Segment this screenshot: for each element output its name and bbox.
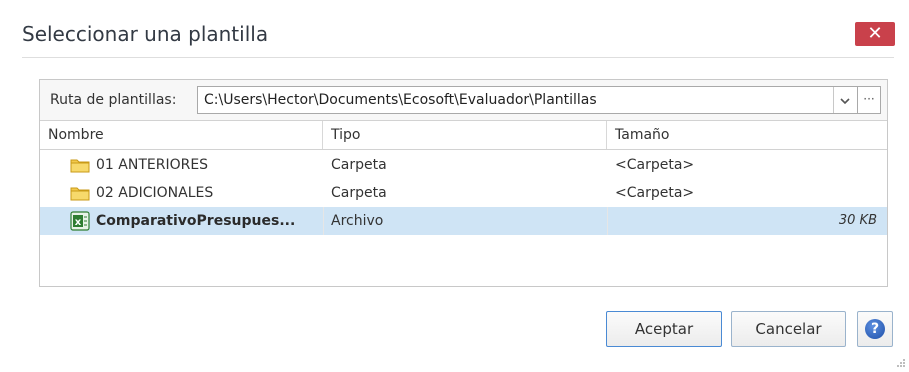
svg-text:x: x	[75, 217, 82, 228]
ellipsis-icon: ···	[863, 92, 875, 106]
template-browser-panel: Ruta de plantillas: C:\Users\Hector\Docu…	[39, 79, 888, 287]
title-divider	[22, 57, 894, 58]
row-name: ComparativoPresupues...	[96, 213, 296, 229]
close-button[interactable]: ✕	[855, 22, 895, 46]
browse-button[interactable]: ···	[857, 86, 881, 114]
table-row[interactable]: 02 ADICIONALES Carpeta <Carpeta>	[40, 179, 887, 207]
row-size: <Carpeta>	[615, 185, 695, 201]
folder-icon	[70, 187, 90, 201]
chevron-down-icon	[840, 97, 850, 104]
row-size: 30 KB	[838, 213, 877, 228]
column-header-name[interactable]: Nombre	[40, 121, 323, 149]
accept-button[interactable]: Aceptar	[606, 311, 722, 347]
title-bar: Seleccionar una plantilla ✕	[0, 0, 909, 64]
row-type: Archivo	[331, 213, 384, 229]
excel-file-icon: x	[70, 211, 90, 231]
help-icon: ?	[865, 319, 885, 339]
template-path-input[interactable]: C:\Users\Hector\Documents\Ecosoft\Evalua…	[197, 86, 866, 114]
resize-grip-icon[interactable]	[896, 358, 906, 368]
row-size: <Carpeta>	[615, 157, 695, 173]
dialog-title: Seleccionar una plantilla	[22, 22, 269, 46]
path-label: Ruta de plantillas:	[50, 92, 177, 108]
help-button[interactable]: ?	[857, 311, 893, 347]
path-row: Ruta de plantillas: C:\Users\Hector\Docu…	[40, 80, 887, 121]
path-dropdown-button[interactable]	[833, 87, 856, 113]
column-header-size[interactable]: Tamaño	[607, 121, 887, 149]
select-template-dialog: Seleccionar una plantilla ✕ Ruta de plan…	[0, 0, 909, 372]
table-row[interactable]: 01 ANTERIORES Carpeta <Carpeta>	[40, 151, 887, 179]
close-icon: ✕	[867, 23, 883, 44]
folder-icon	[70, 159, 90, 173]
row-type: Carpeta	[331, 157, 387, 173]
table-header: Nombre Tipo Tamaño	[40, 121, 887, 150]
column-separator	[607, 207, 608, 235]
table-row[interactable]: x ComparativoPresupues... Archivo 30 KB	[40, 207, 887, 235]
column-header-type[interactable]: Tipo	[323, 121, 607, 149]
row-name: 02 ADICIONALES	[96, 185, 214, 201]
row-type: Carpeta	[331, 185, 387, 201]
column-separator	[323, 207, 324, 235]
row-name: 01 ANTERIORES	[96, 157, 209, 173]
cancel-button[interactable]: Cancelar	[731, 311, 846, 347]
